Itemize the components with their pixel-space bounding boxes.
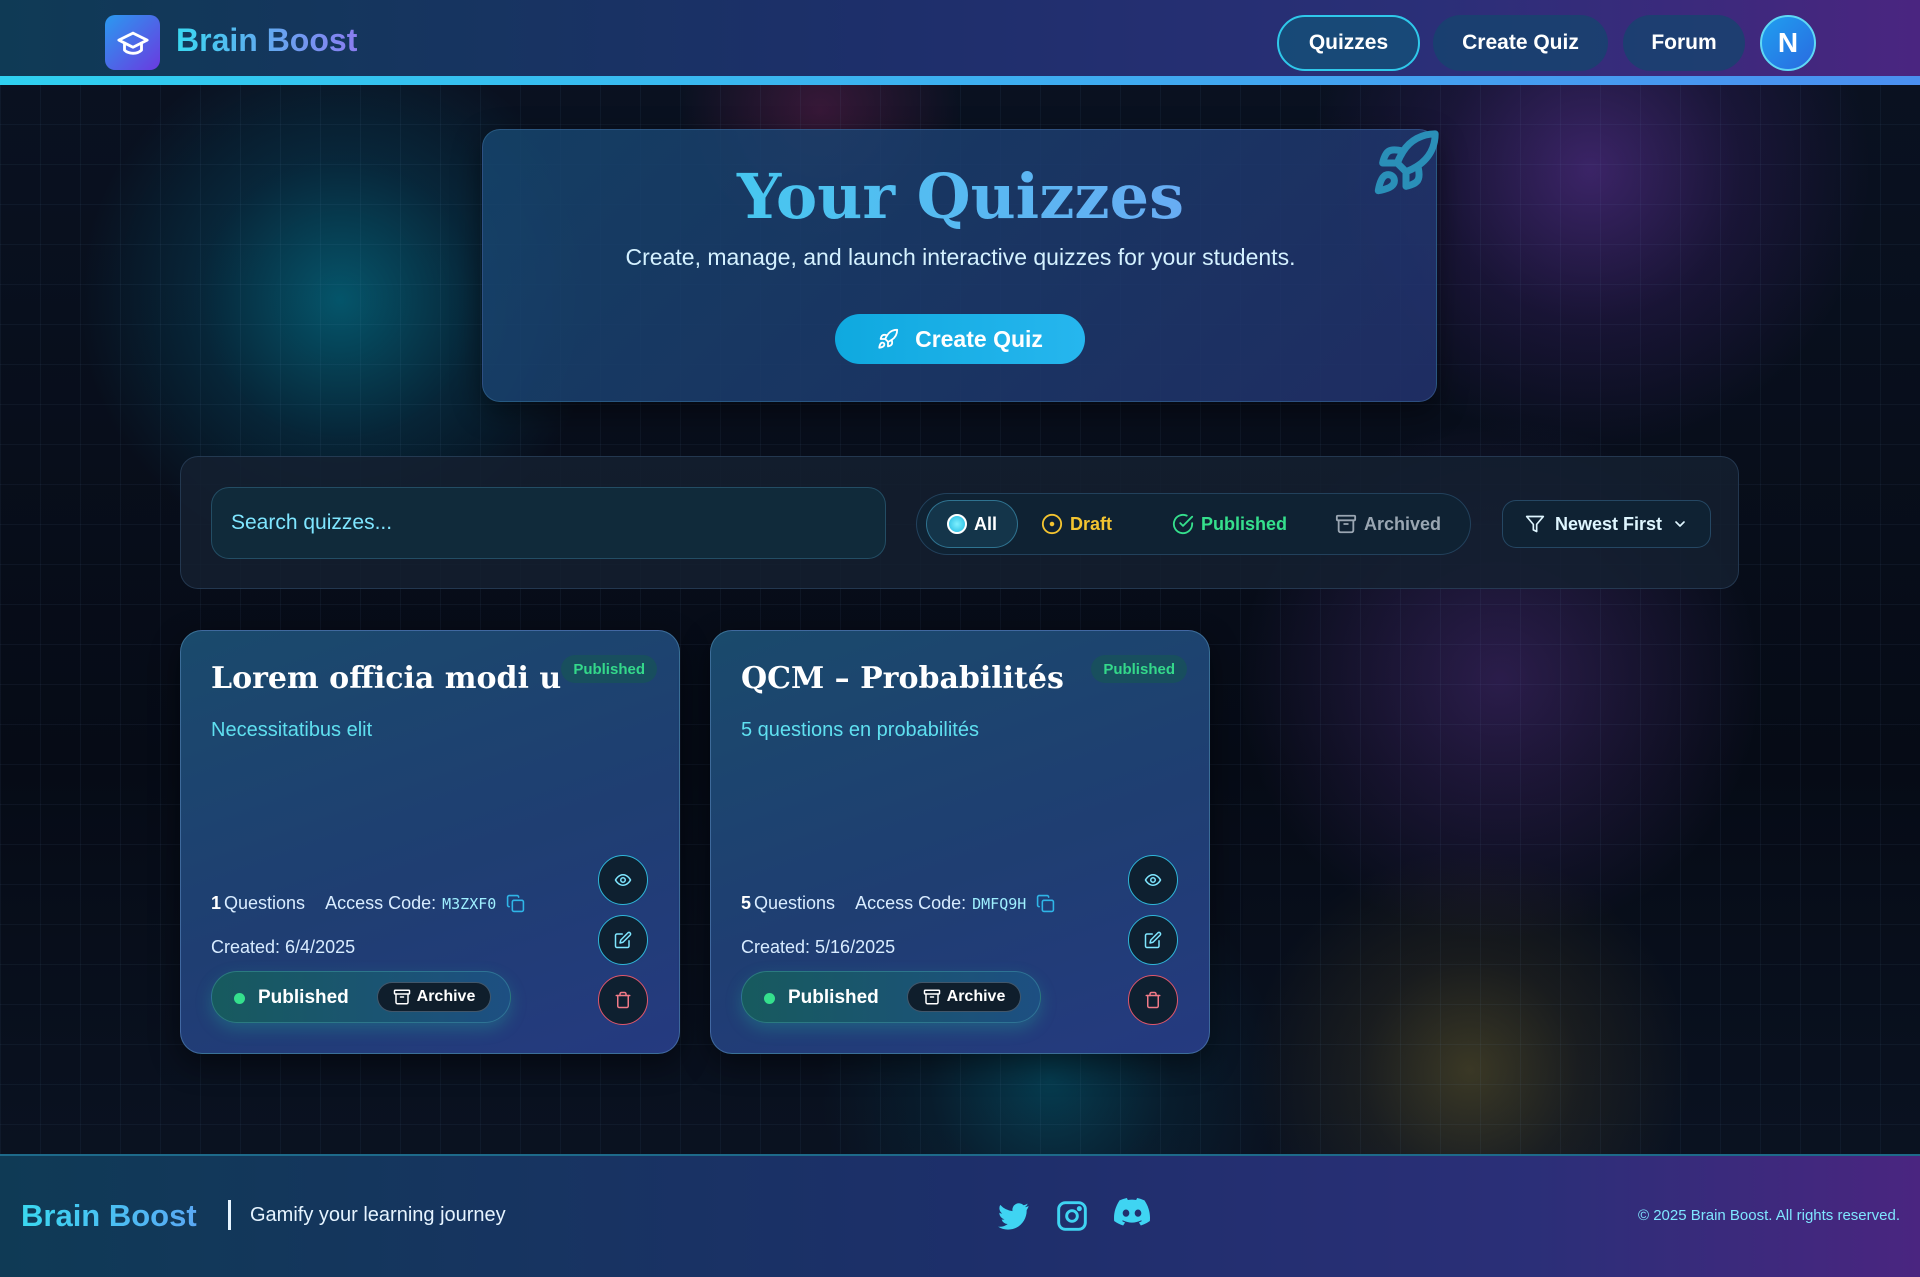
header-accent-line bbox=[0, 76, 1920, 85]
filter-draft-label: Draft bbox=[1070, 513, 1113, 534]
copy-icon[interactable] bbox=[506, 894, 525, 913]
user-avatar[interactable]: N bbox=[1760, 15, 1816, 71]
filter-icon bbox=[1525, 515, 1545, 533]
archive-button[interactable]: Archive bbox=[907, 982, 1021, 1012]
rocket-icon bbox=[878, 328, 899, 349]
twitter-icon[interactable] bbox=[998, 1200, 1030, 1232]
archive-label: Archive bbox=[946, 988, 1006, 1005]
filter-draft[interactable]: Draft bbox=[1041, 500, 1131, 548]
access-code: DMFQ9H bbox=[972, 894, 1027, 913]
draft-circle-icon bbox=[1041, 513, 1063, 535]
check-circle-icon bbox=[1172, 513, 1194, 535]
questions-label: Questions bbox=[754, 893, 836, 913]
chevron-down-icon bbox=[1675, 521, 1685, 527]
page-subtitle: Create, manage, and launch interactive q… bbox=[625, 244, 1296, 270]
trash-icon bbox=[615, 991, 631, 1009]
page-title: Your Quizzes bbox=[483, 160, 1438, 233]
quiz-meta: 5 Questions Access Code: DMFQ9H bbox=[741, 893, 1055, 914]
filter-archived-label: Archived bbox=[1364, 513, 1442, 534]
status-dot bbox=[234, 993, 245, 1004]
status-dot bbox=[764, 993, 775, 1004]
status-badge: Published bbox=[1091, 655, 1187, 683]
copy-icon[interactable] bbox=[1036, 894, 1055, 913]
questions-label: Questions bbox=[224, 893, 306, 913]
sort-label: Newest First bbox=[1554, 513, 1663, 534]
nav-forum[interactable]: Forum bbox=[1623, 15, 1745, 71]
archive-icon bbox=[1335, 514, 1357, 534]
graduation-cap-icon bbox=[116, 31, 149, 55]
filter-all-label: All bbox=[974, 513, 998, 534]
quiz-title: Lorem officia modi u bbox=[211, 661, 562, 696]
view-button[interactable] bbox=[1128, 855, 1178, 905]
created-date: Created: 5/16/2025 bbox=[741, 937, 896, 957]
create-quiz-button[interactable]: Create Quiz bbox=[835, 314, 1085, 364]
quiz-card[interactable]: Lorem officia modi u Published Necessita… bbox=[180, 630, 680, 1054]
filter-published-label: Published bbox=[1201, 513, 1288, 534]
view-button[interactable] bbox=[598, 855, 648, 905]
archive-icon bbox=[393, 989, 410, 1005]
quiz-card[interactable]: QCM – Probabilités Published 5 questions… bbox=[710, 630, 1210, 1054]
access-code: M3ZXF0 bbox=[442, 894, 497, 913]
status-filter: All Draft Published Archived bbox=[916, 493, 1471, 555]
hero-card: Your Quizzes Create, manage, and launch … bbox=[482, 129, 1439, 402]
create-quiz-label: Create Quiz bbox=[915, 325, 1043, 352]
filter-panel: Search quizzes... All Draft Published Ar… bbox=[180, 456, 1739, 589]
access-code-label: Access Code: bbox=[325, 893, 437, 913]
questions-count: 5 bbox=[741, 893, 752, 913]
footer: Brain Boost Gamify your learning journey… bbox=[0, 1156, 1920, 1277]
discord-icon[interactable] bbox=[1114, 1198, 1150, 1228]
copyright: © 2025 Brain Boost. All rights reserved. bbox=[1637, 1207, 1900, 1224]
top-navbar: Brain Boost Quizzes Create Quiz Forum N bbox=[0, 0, 1920, 76]
quiz-title: QCM – Probabilités bbox=[741, 661, 1064, 696]
edit-icon bbox=[614, 931, 632, 949]
status-label: Published bbox=[258, 987, 349, 1008]
filter-published[interactable]: Published bbox=[1172, 500, 1292, 548]
eye-icon bbox=[614, 873, 632, 887]
footer-tagline: Gamify your learning journey bbox=[250, 1204, 506, 1226]
edit-button[interactable] bbox=[598, 915, 648, 965]
filter-all[interactable]: All bbox=[926, 500, 1018, 548]
quiz-meta: 1 Questions Access Code: M3ZXF0 bbox=[211, 893, 525, 914]
trash-icon bbox=[1145, 991, 1161, 1009]
created-date: Created: 6/4/2025 bbox=[211, 937, 356, 957]
eye-icon bbox=[1144, 873, 1162, 887]
archive-button[interactable]: Archive bbox=[377, 982, 491, 1012]
delete-button[interactable] bbox=[598, 975, 648, 1025]
delete-button[interactable] bbox=[1128, 975, 1178, 1025]
sort-dropdown[interactable]: Newest First bbox=[1502, 500, 1711, 548]
status-control: Published Archive bbox=[741, 971, 1041, 1023]
status-control: Published Archive bbox=[211, 971, 511, 1023]
logo[interactable] bbox=[105, 15, 160, 70]
status-label: Published bbox=[788, 987, 879, 1008]
nav-quizzes[interactable]: Quizzes bbox=[1277, 15, 1420, 71]
access-code-label: Access Code: bbox=[855, 893, 967, 913]
archive-icon bbox=[923, 989, 940, 1005]
archive-label: Archive bbox=[416, 988, 476, 1005]
search-input[interactable]: Search quizzes... bbox=[211, 487, 886, 559]
quiz-description: Necessitatibus elit bbox=[211, 719, 373, 741]
status-badge: Published bbox=[561, 655, 657, 683]
footer-separator bbox=[228, 1200, 231, 1230]
footer-brand[interactable]: Brain Boost bbox=[21, 1198, 197, 1234]
brand-name[interactable]: Brain Boost bbox=[176, 22, 357, 59]
edit-icon bbox=[1144, 931, 1162, 949]
questions-count: 1 bbox=[211, 893, 222, 913]
nav-create-quiz[interactable]: Create Quiz bbox=[1433, 15, 1608, 71]
quiz-description: 5 questions en probabilités bbox=[741, 719, 979, 741]
edit-button[interactable] bbox=[1128, 915, 1178, 965]
all-dot-icon bbox=[947, 514, 967, 534]
instagram-icon[interactable] bbox=[1056, 1200, 1088, 1232]
filter-archived[interactable]: Archived bbox=[1335, 500, 1455, 548]
